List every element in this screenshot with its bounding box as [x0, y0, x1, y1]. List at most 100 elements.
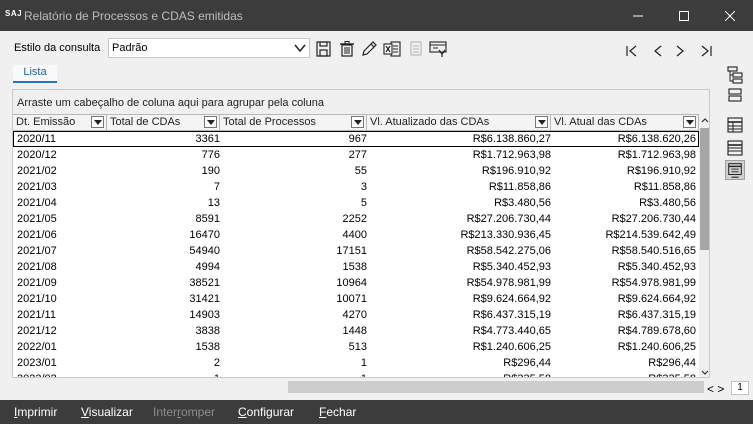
query-style-select[interactable]: Padrão — [108, 38, 310, 58]
table-cell: R$58.540.516,65 — [611, 245, 696, 257]
group-by-panel[interactable]: Arraste um cabeçalho de coluna aqui para… — [13, 90, 709, 114]
table-cell: R$335,58 — [553, 373, 696, 377]
table-cell: R$4.773.440,65 — [472, 325, 551, 337]
table-cell: R$9.624.664,92 — [617, 293, 696, 305]
column-header-total-processos[interactable]: Total de Processos — [220, 115, 367, 130]
table-row[interactable]: 2021/08 4994 1538 R$5.340.452,93 R$5.340.452… — [13, 259, 699, 275]
table-row[interactable]: 2021/02 190 55 R$196.910,92 R$196.910,92 — [13, 163, 699, 179]
table-cell: R$6.437.315,19 — [472, 309, 551, 321]
table-cell: 31421 — [189, 293, 220, 305]
table-cell: 16470 — [189, 229, 220, 241]
table-cell: R$296,44 — [648, 357, 696, 369]
tab-lista[interactable]: Lista — [13, 65, 57, 83]
table-cell: 4994 — [195, 261, 220, 273]
table-cell: 776 — [201, 149, 220, 161]
filter-dropdown-icon[interactable] — [683, 116, 696, 128]
minimize-button[interactable] — [615, 0, 661, 31]
first-record-icon[interactable] — [625, 44, 639, 58]
table-row[interactable]: 2020/11 3361 967 R$6.138.860,27 R$6.138.620,… — [13, 131, 699, 147]
save-icon[interactable] — [315, 40, 333, 58]
table-cell: 2021/08 — [17, 261, 57, 273]
table-row[interactable]: 2021/10 31421 10071 R$9.624.664,92 R$9.624.6… — [13, 291, 699, 307]
scroll-up-icon[interactable] — [701, 117, 709, 123]
data-grid: Arraste um cabeçalho de coluna aqui para… — [12, 89, 710, 378]
table-cell: R$4.789.678,60 — [617, 325, 696, 337]
table-cell: 2021/06 — [17, 229, 57, 241]
table-row[interactable]: 2021/11 14903 4270 R$6.437.315,19 R$6.437.31… — [13, 307, 699, 323]
table-view-icon[interactable] — [725, 115, 745, 135]
table-cell: 2023/01 — [17, 357, 57, 369]
table-row[interactable]: 2022/01 1538 513 R$1.240.606,25 R$1.240.606,… — [13, 339, 699, 355]
table-cell: R$6.138.620,26 — [617, 133, 696, 145]
column-header-total-cdas[interactable]: Total de CDAs — [107, 115, 220, 130]
table-cell: 2022/01 — [17, 341, 57, 353]
table-cell: R$196.910,92 — [626, 165, 696, 177]
interrupt-button: Interromper — [153, 405, 216, 419]
preview-button[interactable]: Visualizar — [81, 405, 133, 419]
column-header-dt-emissao[interactable]: Dt. Emissão — [13, 115, 107, 130]
horizontal-scrollbar[interactable] — [288, 381, 704, 393]
table-cell: 3 — [360, 181, 367, 193]
table-cell: 2021/12 — [17, 325, 57, 337]
table-row[interactable]: 2021/03 7 3 R$11.858,86 R$11.858,86 — [13, 179, 699, 195]
table-cell: 3838 — [195, 325, 220, 337]
table-cell: 10071 — [336, 293, 367, 305]
table-row[interactable]: 2020/12 776 277 R$1.712.963,98 R$1.712.963,9… — [13, 147, 699, 163]
close-report-button[interactable]: Fechar — [319, 405, 356, 419]
table-cell: R$335,58 — [369, 373, 551, 377]
previous-record-icon[interactable] — [651, 44, 665, 58]
table-cell: R$1.712.963,98 — [617, 149, 696, 161]
collapse-icon[interactable] — [725, 86, 745, 106]
print-button[interactable]: Imprimir — [14, 405, 57, 419]
table-cell: R$54.978.981,99 — [466, 277, 551, 289]
close-button[interactable] — [707, 0, 753, 31]
table-cell: 2 — [213, 357, 220, 369]
table-cell: R$296,44 — [503, 357, 551, 369]
vertical-scrollbar[interactable] — [699, 114, 709, 377]
filter-dropdown-icon[interactable] — [204, 116, 217, 128]
list-view-icon[interactable] — [725, 138, 745, 158]
table-cell: 277 — [348, 149, 367, 161]
table-row[interactable]: 2021/12 3838 1448 R$4.773.440,65 R$4.789.678… — [13, 323, 699, 339]
configure-view-icon[interactable] — [429, 40, 447, 58]
app-logo: SAJ — [5, 9, 23, 18]
table-row[interactable]: 2023/0211R$335,58R$335,58 — [13, 371, 699, 377]
table-row[interactable]: 2023/01 2 1 R$296,44 R$296,44 — [13, 355, 699, 371]
edit-icon[interactable] — [360, 40, 378, 58]
table-cell: R$11.858,86 — [633, 181, 696, 193]
delete-icon[interactable] — [338, 40, 356, 58]
scroll-down-icon[interactable] — [701, 370, 709, 376]
table-cell: 190 — [201, 165, 220, 177]
filter-dropdown-icon[interactable] — [91, 116, 104, 128]
table-row[interactable]: 2021/05 8591 2252 R$27.206.730,44 R$27.206.7… — [13, 211, 699, 227]
title-bar: SAJ Relatório de Processos e CDAS emitid… — [0, 0, 753, 31]
table-cell: 4270 — [342, 309, 367, 321]
table-row[interactable]: 2021/09 38521 10964 R$54.978.981,99 R$54.978… — [13, 275, 699, 291]
table-cell: R$196.910,92 — [481, 165, 551, 177]
export-excel-icon[interactable] — [383, 40, 401, 58]
table-cell: 54940 — [189, 245, 220, 257]
maximize-button[interactable] — [661, 0, 707, 31]
table-cell: R$11.858,86 — [488, 181, 551, 193]
report-view-button[interactable] — [725, 160, 745, 180]
next-record-icon[interactable] — [673, 44, 687, 58]
table-row[interactable]: 2021/07 54940 17151 R$58.542.275,06 R$58.540… — [13, 243, 699, 259]
table-cell: 2021/02 — [17, 165, 57, 177]
table-cell: 4400 — [342, 229, 367, 241]
table-cell: R$54.978.981,99 — [611, 277, 696, 289]
table-cell: 10964 — [336, 277, 367, 289]
column-header-vl-atualizado[interactable]: Vl. Atualizado das CDAs — [367, 115, 551, 130]
scrollbar-thumb[interactable] — [700, 128, 709, 250]
group-tree-icon[interactable] — [725, 65, 745, 85]
last-record-icon[interactable] — [699, 44, 713, 58]
table-cell: 1 — [109, 373, 220, 377]
configure-button[interactable]: Configurar — [238, 405, 294, 419]
table-row[interactable]: 2021/04 13 5 R$3.480,56 R$3.480,56 — [13, 195, 699, 211]
table-cell: 17151 — [336, 245, 367, 257]
table-cell: R$6.437.315,19 — [617, 309, 696, 321]
window-title: Relatório de Processos e CDAS emitidas — [24, 9, 243, 23]
filter-dropdown-icon[interactable] — [351, 116, 364, 128]
table-row[interactable]: 2021/06 16470 4400 R$213.330.936,45 R$214.53… — [13, 227, 699, 243]
column-header-vl-atual[interactable]: Vl. Atual das CDAs — [551, 115, 699, 130]
filter-dropdown-icon[interactable] — [535, 116, 548, 128]
